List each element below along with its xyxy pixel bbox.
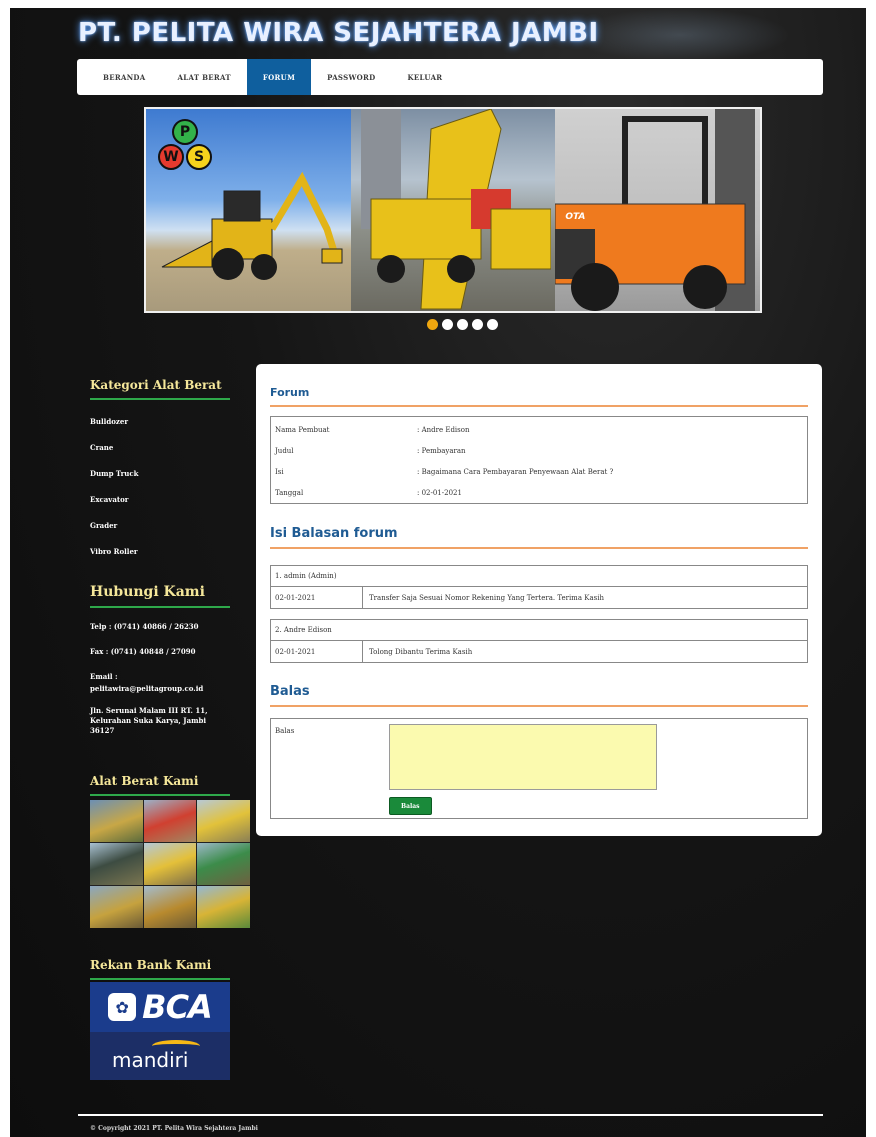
page-background: PT. PELITA WIRA SEJAHTERA JAMBI BERANDA …: [10, 8, 866, 1137]
slider-dot-3[interactable]: [457, 319, 468, 330]
reply-text: Transfer Saja Sesuai Nomor Rekening Yang…: [369, 593, 604, 602]
gallery-thumb: [197, 800, 250, 842]
reply-body: 02-01-2021 Tolong Dibantu Terima Kasih: [271, 641, 807, 662]
reply-submit-button[interactable]: Balas: [389, 797, 432, 815]
backhoe-loader-illustration: [161, 171, 343, 280]
reply-form: Balas Balas: [270, 718, 808, 819]
forum-info-table: Nama Pembuat : Andre Edison Judul : Pemb…: [270, 416, 808, 504]
reply-item: 2. Andre Edison 02-01-2021 Tolong Dibant…: [270, 619, 808, 663]
category-dump-truck[interactable]: Dump Truck: [90, 469, 252, 478]
footer-copyright: © Copyright 2021 PT. Pelita Wira Sejahte…: [90, 1125, 258, 1132]
mandiri-logo-text: mandiri: [112, 1048, 189, 1072]
logo-letter-p: P: [172, 119, 198, 145]
info-label: Nama Pembuat: [275, 425, 330, 434]
replies-heading: Isi Balasan forum: [270, 526, 808, 549]
info-label: Isi: [275, 467, 284, 476]
info-value: : Andre Edison: [417, 425, 470, 434]
main-content: Forum Nama Pembuat : Andre Edison Judul …: [256, 364, 822, 836]
logo-letter-s: S: [186, 144, 212, 170]
equipment-gallery: [90, 800, 250, 928]
gallery-thumb: [143, 800, 197, 842]
gallery-thumb: [90, 843, 143, 885]
contact-fax: Fax : (0741) 40848 / 27090: [90, 647, 196, 656]
header-glow: [570, 8, 790, 62]
reply-text: Tolong Dibantu Terima Kasih: [369, 647, 473, 656]
gallery-thumb: [90, 800, 143, 842]
nav-alat-berat[interactable]: ALAT BERAT: [162, 59, 247, 95]
slide-crane-truck: [350, 109, 556, 311]
gallery-thumb: [197, 843, 250, 885]
bca-emblem-icon: ✿: [108, 993, 137, 1021]
reply-author: 2. Andre Edison: [271, 620, 807, 641]
category-crane[interactable]: Crane: [90, 443, 252, 452]
bank-heading: Rekan Bank Kami: [90, 958, 230, 980]
image-slider: P W S OTA: [144, 107, 762, 313]
info-row-content: Isi : Bagaimana Cara Pembayaran Penyewaa…: [271, 461, 807, 482]
reply-form-heading: Balas: [270, 684, 808, 707]
bank-logos: ✿ BCA mandiri: [90, 982, 230, 1080]
category-vibro-roller[interactable]: Vibro Roller: [90, 547, 252, 556]
info-value: : Pembayaran: [417, 446, 466, 455]
category-grader[interactable]: Grader: [90, 521, 252, 530]
site-title: PT. PELITA WIRA SEJAHTERA JAMBI: [78, 18, 599, 48]
info-value: : Bagaimana Cara Pembayaran Penyewaan Al…: [417, 467, 614, 476]
gallery-thumb: [143, 843, 197, 885]
contact-email-label: Email :: [90, 672, 118, 681]
gallery-thumb: [197, 886, 250, 928]
contact-phone: Telp : (0741) 40866 / 26230: [90, 622, 199, 631]
reply-date: 02-01-2021: [271, 641, 363, 662]
info-value: : 02-01-2021: [417, 488, 462, 497]
contact-address: Jln. Serunai Malam III RT. 11, Kelurahan…: [90, 706, 208, 735]
info-label: Judul: [275, 446, 294, 455]
slider-dot-4[interactable]: [472, 319, 483, 330]
bca-logo: ✿ BCA: [90, 982, 230, 1032]
reply-textarea[interactable]: [389, 724, 657, 790]
nav-keluar[interactable]: KELUAR: [392, 59, 459, 95]
bca-logo-text: BCA: [142, 988, 213, 1026]
logo-letter-w: W: [158, 144, 184, 170]
info-row-creator: Nama Pembuat : Andre Edison: [271, 419, 807, 440]
nav-beranda[interactable]: BERANDA: [87, 59, 162, 95]
slider-dot-5[interactable]: [487, 319, 498, 330]
slide-forklift: OTA: [555, 109, 760, 311]
contact-heading: Hubungi Kami: [90, 584, 230, 608]
forum-heading: Forum: [270, 386, 808, 407]
forklift-brand-label: OTA: [565, 212, 586, 222]
forklift-illustration: [555, 109, 756, 311]
reply-date: 02-01-2021: [271, 587, 363, 608]
categories-heading: Kategori Alat Berat: [90, 378, 230, 400]
nav-password[interactable]: PASSWORD: [311, 59, 391, 95]
slider-dot-1[interactable]: [427, 319, 438, 330]
reply-item: 1. admin (Admin) 02-01-2021 Transfer Saj…: [270, 565, 808, 609]
reply-body: 02-01-2021 Transfer Saja Sesuai Nomor Re…: [271, 587, 807, 608]
slider-dots: [427, 319, 498, 330]
contact-email: pelitawira@pelitagroup.co.id: [90, 684, 204, 693]
footer-divider: [78, 1114, 823, 1116]
main-nav: BERANDA ALAT BERAT FORUM PASSWORD KELUAR: [77, 59, 823, 95]
gallery-heading: Alat Berat Kami: [90, 774, 230, 796]
info-row-title: Judul : Pembayaran: [271, 440, 807, 461]
reply-author: 1. admin (Admin): [271, 566, 807, 587]
mandiri-logo: mandiri: [90, 1032, 230, 1080]
slider-dot-2[interactable]: [442, 319, 453, 330]
category-bulldozer[interactable]: Bulldozer: [90, 417, 252, 426]
nav-forum[interactable]: FORUM: [246, 59, 312, 95]
sidebar: Kategori Alat Berat Bulldozer Crane Dump…: [90, 378, 252, 796]
crane-truck-illustration: [360, 109, 551, 310]
gallery-thumb: [143, 886, 197, 928]
info-label: Tanggal: [275, 488, 304, 497]
slide-backhoe-loader: P W S: [146, 109, 351, 311]
reply-field-label: Balas: [275, 727, 295, 735]
info-row-date: Tanggal : 02-01-2021: [271, 482, 807, 503]
category-excavator[interactable]: Excavator: [90, 495, 252, 504]
gallery-thumb: [90, 886, 143, 928]
